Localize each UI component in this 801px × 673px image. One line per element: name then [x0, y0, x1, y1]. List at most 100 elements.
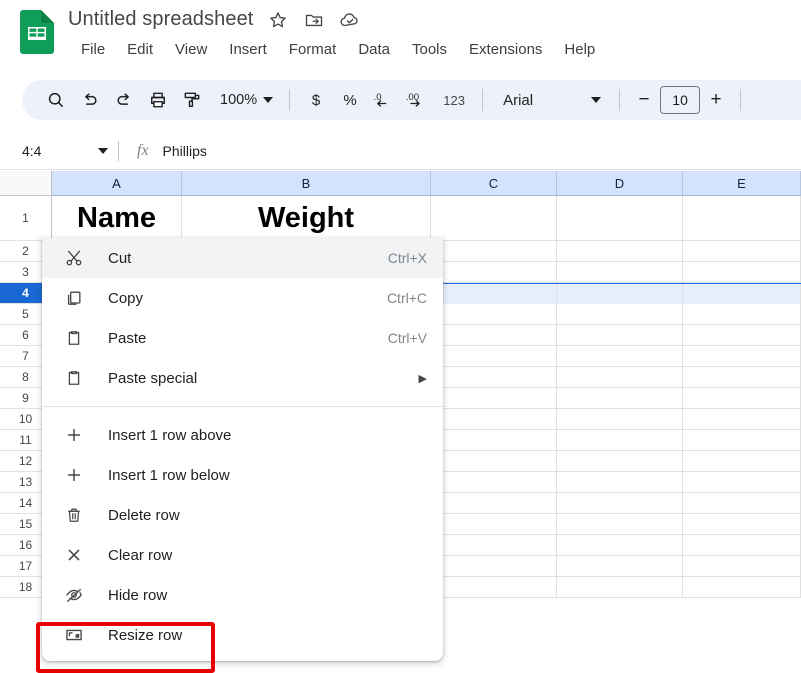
font-family-selector[interactable]: Arial [493, 85, 609, 115]
cell-D17[interactable] [557, 556, 683, 577]
cell-E5[interactable] [683, 304, 801, 325]
cell-D9[interactable] [557, 388, 683, 409]
redo-icon[interactable] [108, 84, 140, 116]
decrease-decimal-button[interactable]: .0 [368, 84, 400, 116]
paint-format-icon[interactable] [176, 84, 208, 116]
cell-C12[interactable] [431, 451, 557, 472]
cell-D8[interactable] [557, 367, 683, 388]
increase-font-size-button[interactable]: + [702, 86, 730, 114]
cell-D16[interactable] [557, 535, 683, 556]
cell-E17[interactable] [683, 556, 801, 577]
menu-item-delete-row[interactable]: Delete row [42, 495, 443, 535]
menu-file[interactable]: File [70, 38, 116, 61]
cell-C4[interactable] [431, 284, 557, 305]
undo-icon[interactable] [74, 84, 106, 116]
cell-C2[interactable] [431, 241, 557, 262]
column-header-e[interactable]: E [683, 171, 801, 196]
cell-D5[interactable] [557, 304, 683, 325]
cell-D1[interactable] [557, 196, 683, 241]
column-header-d[interactable]: D [557, 171, 683, 196]
row-header-1[interactable]: 1 [0, 196, 52, 241]
menu-item-copy[interactable]: Copy Ctrl+C [42, 278, 443, 318]
menu-item-paste[interactable]: Paste Ctrl+V [42, 318, 443, 358]
cell-C15[interactable] [431, 514, 557, 535]
select-all-corner[interactable] [0, 171, 52, 196]
cell-D4[interactable] [557, 284, 683, 305]
cell-E7[interactable] [683, 346, 801, 367]
menu-item-resize-row[interactable]: Resize row [42, 615, 443, 655]
cell-D3[interactable] [557, 262, 683, 283]
cell-D15[interactable] [557, 514, 683, 535]
cell-C17[interactable] [431, 556, 557, 577]
cell-C8[interactable] [431, 367, 557, 388]
percent-format-button[interactable]: % [334, 84, 366, 116]
cell-C18[interactable] [431, 577, 557, 598]
cell-E9[interactable] [683, 388, 801, 409]
cell-D12[interactable] [557, 451, 683, 472]
menu-extensions[interactable]: Extensions [458, 38, 553, 61]
cell-C16[interactable] [431, 535, 557, 556]
more-formats-button[interactable]: 123 [436, 84, 472, 116]
menu-tools[interactable]: Tools [401, 38, 458, 61]
formula-input[interactable]: Phillips [163, 143, 207, 159]
cell-D18[interactable] [557, 577, 683, 598]
page-title[interactable]: Untitled spreadsheet [68, 8, 253, 31]
cell-E13[interactable] [683, 472, 801, 493]
star-icon[interactable] [267, 9, 289, 31]
cell-D11[interactable] [557, 430, 683, 451]
cell-E1[interactable] [683, 196, 801, 241]
print-icon[interactable] [142, 84, 174, 116]
cloud-saved-icon[interactable] [339, 9, 361, 31]
cell-C6[interactable] [431, 325, 557, 346]
column-header-a[interactable]: A [52, 171, 182, 196]
search-icon[interactable] [40, 84, 72, 116]
cell-C9[interactable] [431, 388, 557, 409]
cell-E14[interactable] [683, 493, 801, 514]
cell-E4[interactable] [683, 284, 801, 305]
zoom-selector[interactable]: 100% [210, 85, 279, 115]
cell-C5[interactable] [431, 304, 557, 325]
cell-A1[interactable]: Name [52, 196, 182, 241]
menu-item-clear-row[interactable]: Clear row [42, 535, 443, 575]
cell-D13[interactable] [557, 472, 683, 493]
cell-C14[interactable] [431, 493, 557, 514]
menu-help[interactable]: Help [553, 38, 606, 61]
menu-item-cut[interactable]: Cut Ctrl+X [42, 238, 443, 278]
column-header-c[interactable]: C [431, 171, 557, 196]
cell-C3[interactable] [431, 262, 557, 283]
cell-E16[interactable] [683, 535, 801, 556]
column-header-b[interactable]: B [182, 171, 431, 196]
cell-E12[interactable] [683, 451, 801, 472]
menu-item-insert-1-row-above[interactable]: Insert 1 row above [42, 415, 443, 455]
cell-E3[interactable] [683, 262, 801, 283]
menu-format[interactable]: Format [278, 38, 348, 61]
menu-view[interactable]: View [164, 38, 218, 61]
menu-item-insert-1-row-below[interactable]: Insert 1 row below [42, 455, 443, 495]
menu-data[interactable]: Data [347, 38, 401, 61]
cell-C11[interactable] [431, 430, 557, 451]
cell-E15[interactable] [683, 514, 801, 535]
cell-D7[interactable] [557, 346, 683, 367]
cell-E11[interactable] [683, 430, 801, 451]
cell-C13[interactable] [431, 472, 557, 493]
name-box[interactable]: 4:4 [0, 132, 118, 169]
cell-D2[interactable] [557, 241, 683, 262]
menu-edit[interactable]: Edit [116, 38, 164, 61]
cell-B1[interactable]: Weight [182, 196, 431, 241]
decrease-font-size-button[interactable]: − [630, 86, 658, 114]
cell-D6[interactable] [557, 325, 683, 346]
menu-insert[interactable]: Insert [218, 38, 278, 61]
cell-D14[interactable] [557, 493, 683, 514]
cell-D10[interactable] [557, 409, 683, 430]
currency-format-button[interactable]: $ [300, 84, 332, 116]
move-to-folder-icon[interactable] [303, 9, 325, 31]
increase-decimal-button[interactable]: .00 [402, 84, 434, 116]
font-size-input[interactable]: 10 [660, 86, 701, 114]
cell-E6[interactable] [683, 325, 801, 346]
cell-E10[interactable] [683, 409, 801, 430]
cell-E8[interactable] [683, 367, 801, 388]
cell-C7[interactable] [431, 346, 557, 367]
cell-C10[interactable] [431, 409, 557, 430]
cell-E2[interactable] [683, 241, 801, 262]
menu-item-paste-special[interactable]: Paste special ▶ [42, 358, 443, 398]
